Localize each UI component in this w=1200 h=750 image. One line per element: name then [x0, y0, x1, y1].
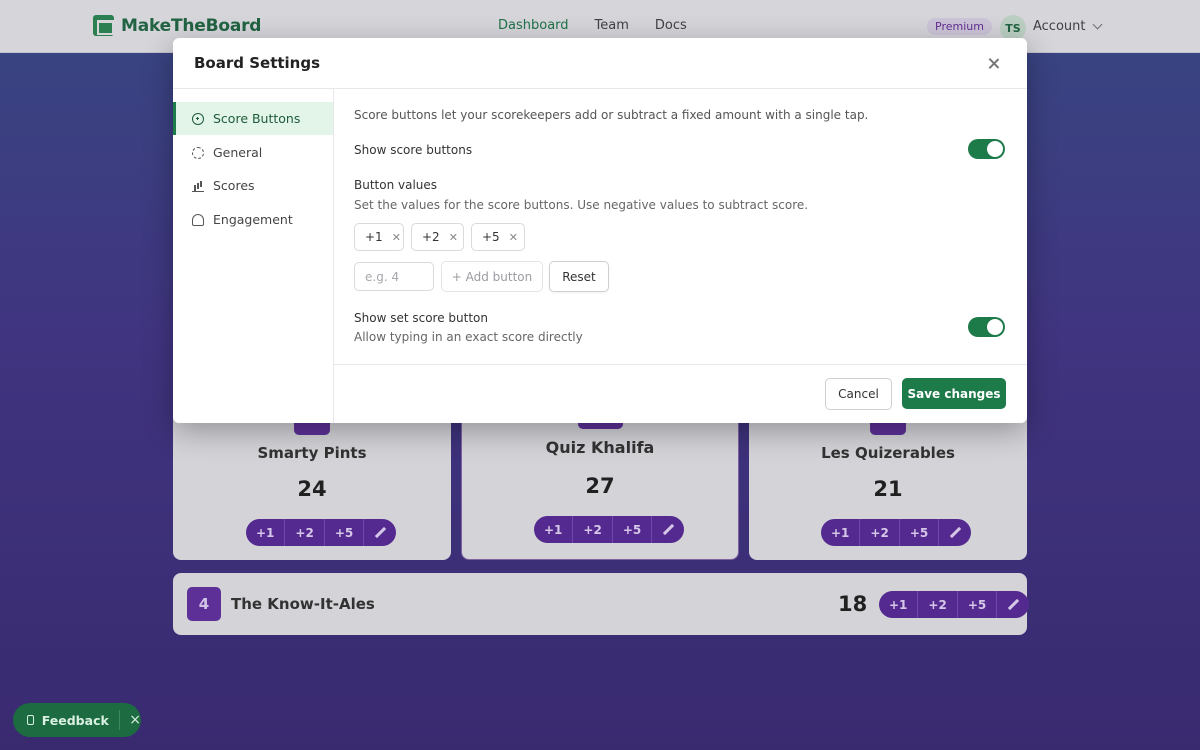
button-values-help: Set the values for the score buttons. Us… — [354, 198, 809, 212]
button-value-chip: +1 ✕ — [354, 223, 404, 251]
sidebar-item-score-buttons[interactable]: Score Buttons — [173, 102, 333, 135]
sidebar-item-label: Scores — [213, 178, 255, 193]
new-button-value-input[interactable] — [354, 262, 434, 291]
add-button[interactable]: + Add button — [441, 261, 543, 292]
chip-value: +1 — [365, 230, 383, 244]
feedback-label: Feedback — [41, 712, 109, 728]
show-score-buttons-toggle[interactable] — [968, 139, 1005, 159]
plus-circle-icon — [192, 112, 204, 125]
remove-chip-icon[interactable]: ✕ — [392, 231, 401, 244]
chip-value: +2 — [422, 230, 440, 244]
dialog-header: Board Settings — [173, 38, 1027, 89]
show-set-score-label: Show set score button — [354, 311, 488, 325]
show-set-score-toggle[interactable] — [968, 317, 1005, 337]
section-description: Score buttons let your scorekeepers add … — [354, 108, 869, 122]
dialog-title: Board Settings — [194, 54, 321, 72]
sidebar-item-label: Engagement — [213, 212, 293, 227]
button-value-chip: +5 ✕ — [471, 223, 525, 251]
sidebar-item-engagement[interactable]: Engagement — [173, 203, 333, 236]
gear-icon — [192, 146, 204, 159]
sidebar-item-label: Score Buttons — [213, 111, 301, 126]
sidebar-item-general[interactable]: General — [173, 136, 333, 169]
board-settings-dialog: Board Settings Score Buttons General Sco… — [173, 38, 1027, 423]
chip-value: +5 — [482, 230, 500, 244]
reset-button[interactable]: Reset — [549, 261, 609, 292]
dialog-footer: Cancel Save changes — [334, 364, 1027, 423]
show-score-buttons-label: Show score buttons — [354, 143, 473, 157]
remove-chip-icon[interactable]: ✕ — [449, 231, 458, 244]
chat-icon — [27, 715, 34, 725]
settings-sidebar: Score Buttons General Scores Engagement — [173, 89, 334, 423]
sidebar-item-scores[interactable]: Scores — [173, 169, 333, 202]
cancel-button[interactable]: Cancel — [825, 378, 892, 410]
people-icon — [192, 213, 204, 226]
bar-chart-icon — [192, 180, 204, 192]
sidebar-item-label: General — [213, 145, 263, 160]
remove-chip-icon[interactable]: ✕ — [509, 231, 518, 244]
show-set-score-help: Allow typing in an exact score directly — [354, 330, 583, 344]
button-values-label: Button values — [354, 178, 438, 192]
feedback-button[interactable]: Feedback × — [13, 703, 141, 737]
close-icon[interactable] — [985, 55, 1002, 72]
save-changes-button[interactable]: Save changes — [902, 378, 1006, 409]
feedback-close-icon[interactable]: × — [129, 712, 141, 728]
button-value-chip: +2 ✕ — [411, 223, 464, 251]
